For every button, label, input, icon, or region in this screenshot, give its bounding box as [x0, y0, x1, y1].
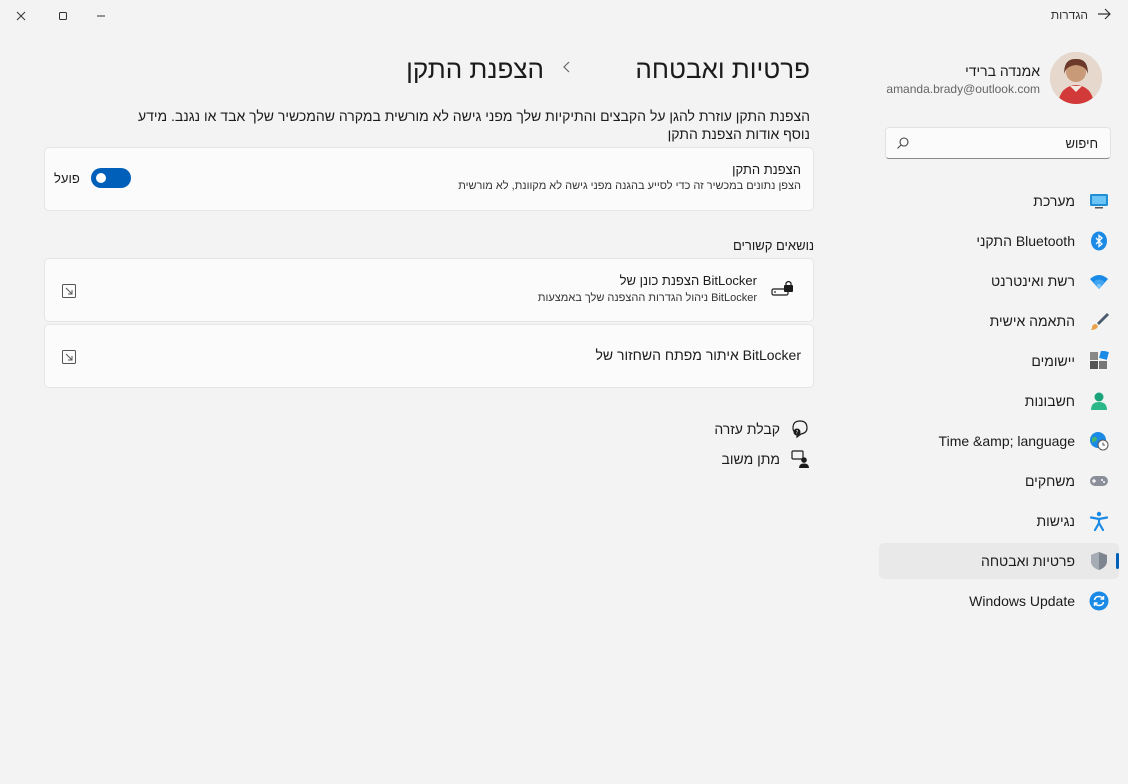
user-name: אמנדה ברידי [965, 63, 1040, 79]
help-chat-icon: ? [792, 420, 808, 439]
sidebar-item-label: מערכת [1033, 193, 1075, 209]
maximize-icon [59, 12, 67, 20]
close-icon [16, 11, 26, 21]
sidebar-item-label: יישומים [1031, 353, 1075, 369]
sidebar-item-label: משחקים [1024, 473, 1075, 489]
sidebar-item-label: Time &amp; language [938, 433, 1075, 449]
bitlocker-title: הצפנת כונן של BitLocker [619, 273, 757, 288]
page-title: הצפנת התקן [406, 54, 544, 84]
close-button[interactable] [0, 0, 42, 32]
external-link-icon [62, 350, 76, 364]
external-link-icon [62, 284, 76, 298]
window-title: הגדרות [1050, 8, 1088, 22]
chevron-left-icon [562, 60, 572, 79]
sidebar-item-bluetooth[interactable]: התקני Bluetooth [879, 223, 1119, 259]
active-indicator [1116, 553, 1119, 569]
device-encryption-card: הצפנת התקן הצפן נתונים במכשיר זה כדי לסי… [44, 147, 814, 211]
sidebar-item-windows-update[interactable]: Windows Update [879, 583, 1119, 619]
sidebar-item-label: רשת ואינטרנט [991, 273, 1075, 289]
sidebar-item-network[interactable]: רשת ואינטרנט [879, 263, 1119, 299]
page-description: הצפנת התקן עוזרת להגן על הקבצים והתיקיות… [137, 108, 810, 124]
user-email: amanda.brady@outlook.com [886, 82, 1040, 96]
learn-more-link[interactable]: נוסף אודות הצפנת התקן [668, 126, 810, 142]
maximize-button[interactable] [42, 0, 84, 32]
sidebar-item-personalization[interactable]: התאמה אישית [879, 303, 1119, 339]
arrow-right-icon [1098, 8, 1111, 20]
related-recovery-key-card[interactable]: איתור מפתח השחזור של BitLocker [44, 324, 814, 388]
sidebar-item-label: נגישות [1036, 513, 1075, 529]
brush-icon [1091, 313, 1109, 330]
toggle-knob [96, 173, 106, 183]
sidebar-item-label: התאמה אישית [989, 313, 1075, 329]
shield-icon [1091, 552, 1107, 570]
sidebar-item-label: פרטיות ואבטחה [980, 553, 1075, 569]
recovery-key-title: איתור מפתח השחזור של BitLocker [595, 347, 801, 363]
avatar[interactable] [1050, 52, 1102, 104]
give-feedback-link[interactable]: מתן משוב [690, 449, 810, 471]
sync-icon [1089, 591, 1109, 611]
device-encryption-toggle[interactable] [91, 168, 131, 188]
get-help-label: קבלת עזרה [714, 421, 780, 437]
globe-clock-icon [1090, 432, 1109, 451]
get-help-link[interactable]: ? קבלת עזרה [690, 419, 810, 441]
sidebar-item-label: חשבונות [1024, 393, 1075, 409]
search-box[interactable]: חיפוש [885, 127, 1111, 159]
bluetooth-icon [1091, 231, 1107, 251]
sidebar-item-system[interactable]: מערכת [879, 183, 1119, 219]
sidebar-item-accounts[interactable]: חשבונות [879, 383, 1119, 419]
sidebar-item-gaming[interactable]: משחקים [879, 463, 1119, 499]
sidebar-item-label: התקני Bluetooth [976, 233, 1075, 249]
accessibility-icon [1089, 511, 1109, 531]
person-icon [1091, 392, 1107, 410]
related-bitlocker-card[interactable]: הצפנת כונן של BitLocker ניהול הגדרות ההצ… [44, 258, 814, 322]
sidebar-item-apps[interactable]: יישומים [879, 343, 1119, 379]
sidebar-item-label: Windows Update [969, 593, 1075, 609]
device-encryption-subtitle: הצפן נתונים במכשיר זה כדי לסייע בהגנה מפ… [458, 180, 801, 192]
related-section-title: נושאים קשורים [732, 238, 814, 253]
minimize-button[interactable] [80, 0, 122, 32]
device-encryption-title: הצפנת התקן [732, 162, 801, 177]
minimize-icon [97, 15, 105, 17]
feedback-icon [791, 450, 809, 468]
sidebar-item-privacy-security[interactable]: פרטיות ואבטחה [879, 543, 1119, 579]
display-icon [1090, 194, 1108, 209]
drive-lock-icon [771, 280, 793, 296]
toggle-state-label: פועל [54, 171, 80, 186]
bitlocker-subtitle: ניהול הגדרות ההצפנה שלך באמצעות BitLocke… [537, 292, 757, 304]
give-feedback-label: מתן משוב [721, 451, 780, 467]
svg-text:?: ? [796, 430, 799, 436]
sidebar-item-accessibility[interactable]: נגישות [879, 503, 1119, 539]
back-button[interactable] [1096, 6, 1116, 26]
sidebar-item-time-language[interactable]: Time &amp; language [879, 423, 1119, 459]
apps-icon [1090, 351, 1109, 369]
breadcrumb-parent[interactable]: פרטיות ואבטחה [635, 54, 810, 85]
wifi-icon [1090, 275, 1108, 289]
search-input[interactable]: חיפוש [1066, 136, 1098, 151]
gamepad-icon [1090, 476, 1108, 486]
search-icon[interactable] [896, 136, 910, 150]
